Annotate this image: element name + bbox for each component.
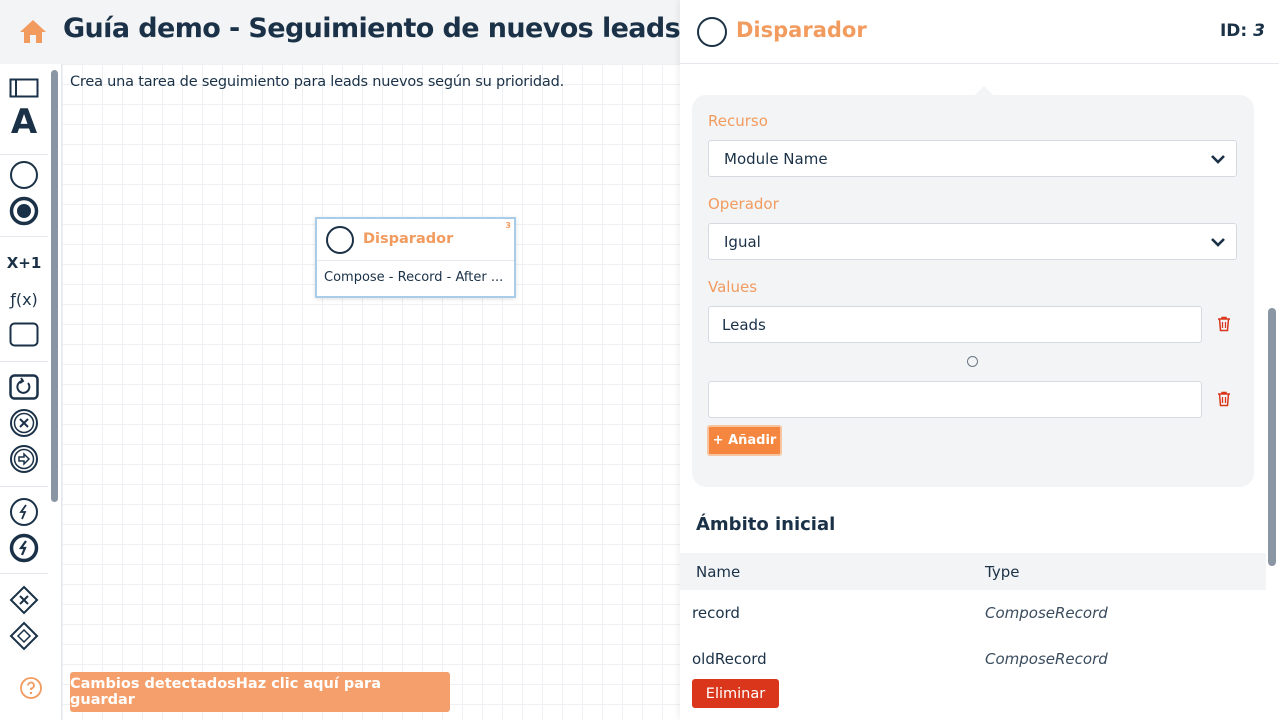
start-event-icon xyxy=(326,226,354,254)
resource-value: Module Name xyxy=(724,150,828,168)
workflow-canvas[interactable]: Crea una tarea de seguimiento para leads… xyxy=(62,64,680,720)
error-tool-icon[interactable] xyxy=(8,407,40,439)
node-id: 3 xyxy=(505,221,511,230)
function-tool-icon[interactable]: ƒ(x) xyxy=(8,283,40,315)
toolbar-divider xyxy=(0,573,48,574)
card-notch xyxy=(974,86,994,96)
toolbar-divider xyxy=(0,486,48,487)
id-label: ID: xyxy=(1219,21,1248,41)
event-filled-tool-icon[interactable] xyxy=(8,532,40,564)
continue-tool-icon[interactable] xyxy=(8,443,40,475)
table-row-name: record xyxy=(692,604,740,622)
chevron-down-icon xyxy=(1211,155,1225,164)
task-tool-icon[interactable] xyxy=(8,319,40,351)
end-event-icon[interactable] xyxy=(8,195,40,227)
condition-card: Recurso Module Name Operador Igual Value… xyxy=(692,86,1254,487)
resource-select[interactable]: Module Name xyxy=(708,140,1237,177)
table-row-name: oldRecord xyxy=(692,650,767,668)
swimlane-tool-icon[interactable] xyxy=(8,72,40,104)
event-tool-icon[interactable] xyxy=(8,496,40,528)
operator-select[interactable]: Igual xyxy=(708,223,1237,260)
operator-value: Igual xyxy=(724,233,761,251)
resource-label: Recurso xyxy=(708,112,768,130)
value-input-1[interactable] xyxy=(708,306,1202,343)
trigger-config-panel: Disparador ID: 3 Recurso Module Name Ope… xyxy=(680,0,1279,720)
table-header-row: Name Type xyxy=(680,553,1266,590)
toolbar-divider xyxy=(0,154,48,155)
trash-icon[interactable] xyxy=(1217,316,1231,332)
save-changes-button[interactable]: Cambios detectadosHaz clic aquí para gua… xyxy=(70,672,450,712)
start-event-icon[interactable] xyxy=(8,159,40,191)
home-icon[interactable] xyxy=(18,18,48,44)
delete-button[interactable]: Eliminar xyxy=(692,679,779,708)
node-title: Disparador xyxy=(363,231,454,247)
panel-title: Disparador xyxy=(736,18,867,42)
toolbar-divider xyxy=(0,236,48,237)
value-input-2[interactable] xyxy=(708,381,1202,418)
operator-label: Operador xyxy=(708,195,779,213)
trash-icon[interactable] xyxy=(1217,391,1231,407)
node-header: Disparador 3 xyxy=(317,219,514,261)
id-value: 3 xyxy=(1253,21,1265,41)
help-icon[interactable] xyxy=(19,676,43,700)
inclusive-gateway-icon[interactable] xyxy=(8,620,40,652)
panel-id: ID: 3 xyxy=(1220,21,1265,41)
start-event-icon xyxy=(697,17,727,47)
table-row-type: ComposeRecord xyxy=(985,650,1108,668)
exclusive-gateway-icon[interactable] xyxy=(8,584,40,616)
canvas-description: Crea una tarea de seguimiento para leads… xyxy=(70,74,564,90)
text-tool-icon[interactable]: A xyxy=(8,102,40,142)
or-separator-icon xyxy=(967,356,978,367)
table-row-type: ComposeRecord xyxy=(985,604,1108,622)
toolbar: A X+1 ƒ(x) xyxy=(0,64,62,720)
scope-title: Ámbito inicial xyxy=(696,514,836,535)
expression-tool-icon[interactable]: X+1 xyxy=(7,247,42,279)
chevron-down-icon xyxy=(1211,238,1225,247)
trigger-node[interactable]: Disparador 3 Compose - Record - After ..… xyxy=(315,217,516,298)
add-value-button[interactable]: + Añadir xyxy=(707,425,782,456)
panel-header: Disparador ID: 3 xyxy=(680,0,1279,64)
column-header-type: Type xyxy=(985,563,1020,581)
page-title: Guía demo - Seguimiento de nuevos leads xyxy=(63,13,681,44)
panel-footer: Eliminar xyxy=(680,667,1279,720)
toolbar-scrollbar[interactable] xyxy=(51,70,58,502)
toolbar-divider xyxy=(0,361,48,362)
loop-tool-icon[interactable] xyxy=(8,371,40,403)
column-header-name: Name xyxy=(696,563,741,581)
panel-scrollbar[interactable] xyxy=(1268,308,1276,566)
node-subtitle: Compose - Record - After ... xyxy=(324,270,504,285)
values-label: Values xyxy=(708,278,758,296)
